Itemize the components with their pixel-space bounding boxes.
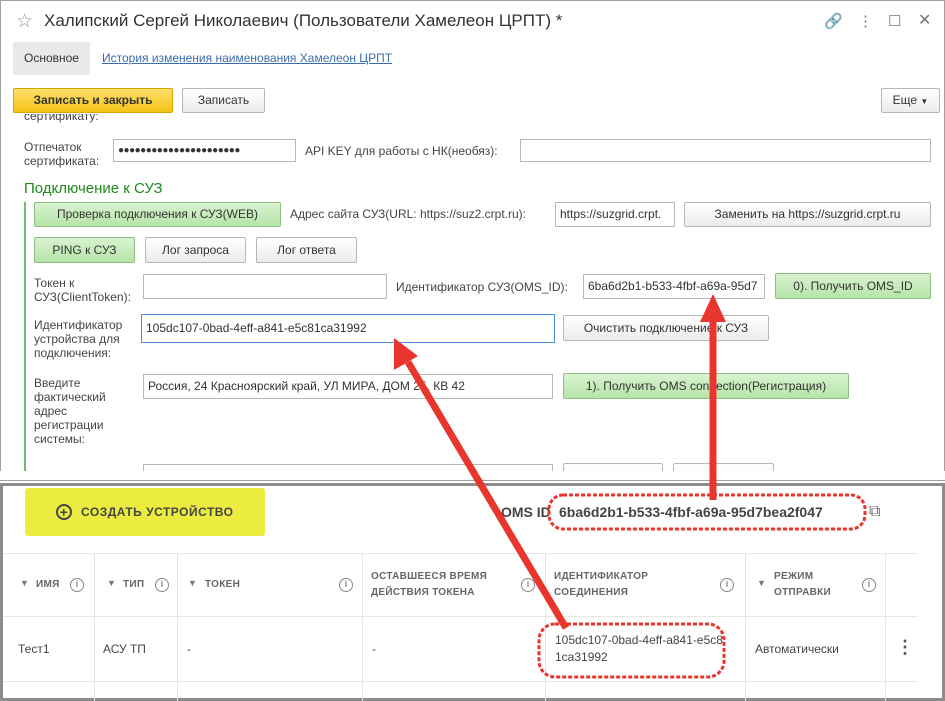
annotation-overlay: [394, 294, 867, 679]
connection-id-highlight: [537, 622, 726, 679]
arrow-to-oms-field: [700, 294, 726, 500]
arrow-to-device-field: [394, 338, 570, 630]
oms-id-highlight: [547, 493, 867, 531]
